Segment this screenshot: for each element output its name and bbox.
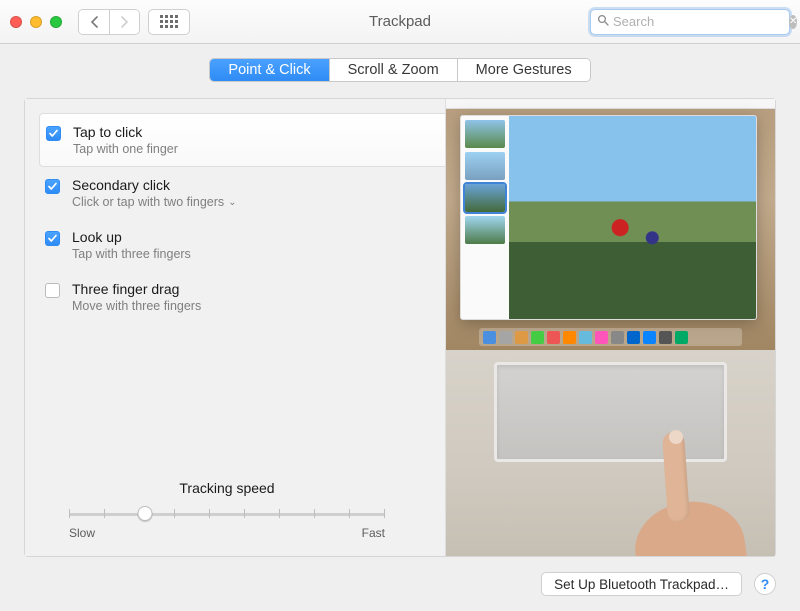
option-look-up[interactable]: Look up Tap with three fingers	[39, 219, 445, 271]
tab-bar: Point & Click Scroll & Zoom More Gesture…	[0, 44, 800, 98]
preview-trackpad-area	[446, 350, 775, 556]
preview-dock	[479, 328, 742, 346]
checkbox-look-up[interactable]	[45, 231, 60, 246]
option-three-finger-drag[interactable]: Three finger drag Move with three finger…	[39, 271, 445, 323]
window-controls	[10, 16, 62, 28]
option-title: Tap to click	[73, 124, 178, 140]
tracking-speed-slider[interactable]	[69, 502, 385, 522]
zoom-window-button[interactable]	[50, 16, 62, 28]
preferences-window: Trackpad ✕ Point & Click Scroll & Zoom M…	[0, 0, 800, 611]
checkbox-three-finger-drag[interactable]	[45, 283, 60, 298]
footer: Set Up Bluetooth Trackpad… ?	[0, 557, 800, 611]
option-tap-to-click[interactable]: Tap to click Tap with one finger	[39, 113, 445, 167]
option-subtitle: Tap with one finger	[73, 142, 178, 156]
slider-min-label: Slow	[69, 526, 95, 540]
checkbox-tap-to-click[interactable]	[46, 126, 61, 141]
grid-icon	[160, 15, 178, 28]
help-icon: ?	[761, 576, 770, 592]
slider-max-label: Fast	[362, 526, 385, 540]
clear-search-button[interactable]: ✕	[789, 15, 797, 29]
tab-scroll-and-zoom[interactable]: Scroll & Zoom	[329, 59, 457, 81]
show-all-button[interactable]	[148, 9, 190, 35]
titlebar: Trackpad ✕	[0, 0, 800, 44]
tracking-speed-label: Tracking speed	[69, 480, 385, 496]
back-button[interactable]	[79, 10, 109, 34]
settings-panel: Tap to click Tap with one finger Seconda…	[24, 98, 776, 557]
chevron-right-icon	[120, 16, 129, 28]
checkbox-secondary-click[interactable]	[45, 179, 60, 194]
option-title: Look up	[72, 229, 191, 245]
options-pane: Tap to click Tap with one finger Seconda…	[25, 99, 445, 556]
chevron-down-icon[interactable]: ⌄	[228, 197, 236, 208]
slider-knob[interactable]	[137, 506, 152, 521]
search-input[interactable]	[613, 14, 789, 29]
search-icon	[597, 14, 609, 29]
option-subtitle: Tap with three fingers	[72, 247, 191, 261]
help-button[interactable]: ?	[754, 573, 776, 595]
hand-illustration	[595, 442, 755, 556]
minimize-window-button[interactable]	[30, 16, 42, 28]
forward-button[interactable]	[109, 10, 139, 34]
nav-back-forward	[78, 9, 140, 35]
gesture-preview	[445, 99, 775, 556]
search-field-wrap: ✕	[590, 9, 790, 35]
preview-desktop	[446, 99, 775, 350]
option-title: Secondary click	[72, 177, 237, 193]
close-window-button[interactable]	[10, 16, 22, 28]
tab-point-and-click[interactable]: Point & Click	[210, 59, 328, 81]
tab-more-gestures[interactable]: More Gestures	[457, 59, 590, 81]
option-title: Three finger drag	[72, 281, 201, 297]
preview-app-window	[460, 115, 757, 320]
chevron-left-icon	[90, 16, 99, 28]
setup-bluetooth-trackpad-button[interactable]: Set Up Bluetooth Trackpad…	[541, 572, 742, 596]
tracking-speed-block: Tracking speed Slow Fast	[39, 470, 445, 540]
content-area: Point & Click Scroll & Zoom More Gesture…	[0, 44, 800, 611]
option-subtitle: Click or tap with two fingers ⌄	[72, 195, 237, 209]
option-secondary-click[interactable]: Secondary click Click or tap with two fi…	[39, 167, 445, 219]
option-subtitle: Move with three fingers	[72, 299, 201, 313]
